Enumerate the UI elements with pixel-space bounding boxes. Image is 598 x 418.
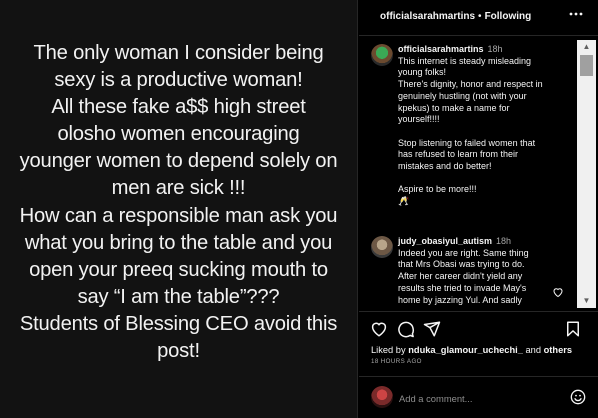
following-button[interactable]: Following [485, 11, 532, 22]
liked-by-user[interactable]: nduka_glamour_uchechi_ [408, 345, 523, 355]
add-comment-input[interactable] [399, 390, 549, 406]
action-bar [359, 311, 598, 347]
emoji-icon[interactable] [570, 389, 586, 405]
comments-scrollbar[interactable]: ▲ ▼ [577, 40, 596, 308]
heart-icon[interactable] [370, 320, 388, 338]
likes-others-link[interactable]: others [544, 345, 572, 355]
avatar[interactable] [371, 44, 393, 66]
likes-line: Liked by nduka_glamour_uchechi_ and othe… [371, 345, 572, 355]
comments-list: officialsarahmartins 18h This internet is… [359, 37, 598, 311]
header-username[interactable]: officialsarahmartins [380, 11, 475, 22]
share-icon[interactable] [423, 320, 441, 338]
scroll-up-arrow-icon[interactable]: ▲ [577, 40, 596, 54]
comment-heart-icon[interactable] [552, 285, 564, 298]
scroll-down-arrow-icon[interactable]: ▼ [577, 294, 596, 308]
comment-text: This internet is steady misleading young… [398, 55, 543, 207]
comment-username[interactable]: judy_obasiyul_autism [398, 236, 492, 246]
post-image: The only woman I consider being sexy is … [0, 0, 358, 418]
avatar[interactable] [371, 236, 393, 258]
comment-text: Indeed you are right. Same thing that Mr… [398, 247, 529, 305]
save-icon[interactable] [564, 320, 582, 338]
comment-time[interactable]: 18h [488, 44, 503, 54]
avatar [371, 386, 393, 408]
add-comment-row [359, 376, 598, 418]
likes-prefix: Liked by [371, 345, 409, 355]
post-timestamp[interactable]: 18 HOURS AGO [371, 358, 422, 365]
comment-username[interactable]: officialsarahmartins [398, 44, 484, 54]
likes-suffix: and [522, 345, 544, 355]
post-caption-image-text: The only woman I consider being sexy is … [19, 42, 338, 363]
more-dots-icon[interactable] [568, 6, 584, 25]
scrollbar-thumb[interactable] [580, 55, 593, 76]
comment-icon[interactable] [397, 320, 415, 338]
post-header: officialsarahmartins • Following [359, 0, 598, 36]
comment-time[interactable]: 18h [496, 236, 511, 246]
comment-body: judy_obasiyul_autism 18h Indeed you are r… [398, 236, 568, 306]
header-user-line: officialsarahmartins • Following [380, 11, 531, 22]
comment-body: officialsarahmartins 18h This internet is… [398, 44, 568, 208]
post-sidebar: officialsarahmartins • Following officials… [359, 0, 598, 418]
header-separator: • [478, 11, 482, 22]
